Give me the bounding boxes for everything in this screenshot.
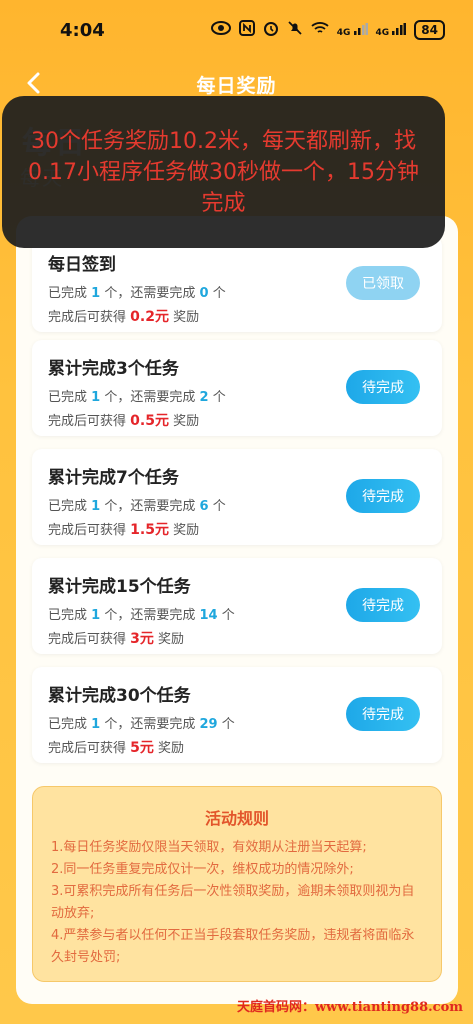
progress-mid: 个，还需要完成: [104, 499, 196, 514]
battery-indicator: 84: [414, 20, 445, 40]
reward-prefix: 完成后可获得: [48, 741, 127, 756]
remain-count: 29: [199, 717, 218, 732]
task-card-15-tasks: 累计完成15个任务 已完成 1 个，还需要完成 14 个 完成后可获得 3元 奖…: [32, 558, 442, 654]
task-title: 累计完成15个任务: [48, 577, 191, 597]
watermark: 天庭首码网：www.tianting88.com: [236, 1000, 463, 1015]
reward-prefix: 完成后可获得: [48, 632, 127, 647]
pending-button[interactable]: 待完成: [346, 479, 420, 513]
progress-prefix: 已完成: [48, 717, 88, 732]
reward-prefix: 完成后可获得: [48, 414, 127, 429]
task-reward: 完成后可获得 3元 奖励: [48, 628, 184, 648]
progress-unit: 个: [221, 608, 235, 623]
task-card-30-tasks: 累计完成30个任务 已完成 1 个，还需要完成 29 个 完成后可获得 5元 奖…: [32, 667, 442, 763]
caption-overlay: 30个任务奖励10.2米，每天都刷新，找0.17小程序任务做30秒做一个，15分…: [2, 96, 445, 248]
progress-prefix: 已完成: [48, 499, 88, 514]
task-reward: 完成后可获得 0.2元 奖励: [48, 306, 199, 326]
task-card-3-tasks: 累计完成3个任务 已完成 1 个，还需要完成 2 个 完成后可获得 0.5元 奖…: [32, 340, 442, 436]
progress-unit: 个: [212, 286, 226, 301]
pending-button[interactable]: 待完成: [346, 697, 420, 731]
reward-suffix: 奖励: [173, 523, 200, 538]
done-count: 1: [91, 390, 101, 405]
activity-rules: 活动规则 1.每日任务奖励仅限当天领取，有效期从注册当天起算; 2.同一任务重复…: [32, 786, 442, 982]
reward-amount: 3元: [130, 631, 154, 647]
eye-icon: [210, 21, 231, 39]
task-progress: 已完成 1 个，还需要完成 6 个: [48, 495, 226, 514]
mute-icon: [287, 20, 303, 40]
remain-count: 6: [199, 499, 209, 514]
remain-count: 0: [199, 286, 209, 301]
progress-prefix: 已完成: [48, 286, 88, 301]
signal-icon-2: 4G: [375, 22, 407, 38]
reward-amount: 0.2元: [130, 309, 169, 325]
progress-mid: 个，还需要完成: [104, 608, 196, 623]
nfc-icon: [238, 20, 255, 40]
network-type-2: 4G: [375, 27, 390, 38]
task-title: 累计完成7个任务: [48, 468, 179, 488]
remain-count: 2: [199, 390, 209, 405]
wifi-icon: [311, 21, 329, 39]
reward-suffix: 奖励: [158, 741, 185, 756]
task-progress: 已完成 1 个，还需要完成 2 个: [48, 386, 226, 405]
reward-suffix: 奖励: [158, 632, 185, 647]
progress-unit: 个: [221, 717, 235, 732]
progress-mid: 个，还需要完成: [104, 717, 196, 732]
progress-mid: 个，还需要完成: [104, 390, 196, 405]
done-count: 1: [91, 499, 101, 514]
progress-prefix: 已完成: [48, 608, 88, 623]
reward-suffix: 奖励: [173, 310, 200, 325]
pending-button[interactable]: 待完成: [346, 588, 420, 622]
reward-suffix: 奖励: [173, 414, 200, 429]
progress-prefix: 已完成: [48, 390, 88, 405]
task-title: 累计完成3个任务: [48, 359, 179, 379]
reward-amount: 0.5元: [130, 413, 169, 429]
task-progress: 已完成 1 个，还需要完成 0 个: [48, 282, 226, 301]
reward-amount: 5元: [130, 740, 154, 756]
reward-prefix: 完成后可获得: [48, 523, 127, 538]
rules-title: 活动规则: [204, 809, 269, 828]
rule-item: 4.严禁参与者以任何不正当手段套取任务奖励，违规者将面临永久封号处罚;: [51, 928, 415, 965]
task-card-7-tasks: 累计完成7个任务 已完成 1 个，还需要完成 6 个 完成后可获得 1.5元 奖…: [32, 449, 442, 545]
alarm-icon: [263, 20, 279, 40]
done-count: 1: [91, 608, 101, 623]
task-progress: 已完成 1 个，还需要完成 14 个: [48, 604, 235, 623]
progress-mid: 个，还需要完成: [104, 286, 196, 301]
network-type-1: 4G: [336, 27, 351, 38]
reward-prefix: 完成后可获得: [48, 310, 127, 325]
rule-item: 1.每日任务奖励仅限当天领取，有效期从注册当天起算;: [51, 840, 367, 855]
remain-count: 14: [199, 608, 218, 623]
rule-item: 2.同一任务重复完成仅计一次，维权成功的情况除外;: [51, 862, 354, 877]
status-time: 4:04: [60, 19, 105, 41]
rule-item: 3.可累积完成所有任务后一次性领取奖励，逾期未领取则视为自动放弃;: [51, 884, 415, 921]
done-count: 1: [91, 286, 101, 301]
task-reward: 完成后可获得 5元 奖励: [48, 737, 184, 757]
progress-unit: 个: [212, 390, 226, 405]
task-progress: 已完成 1 个，还需要完成 29 个: [48, 713, 235, 732]
pending-button[interactable]: 待完成: [346, 370, 420, 404]
claimed-button[interactable]: 已领取: [346, 266, 420, 300]
done-count: 1: [91, 717, 101, 732]
page-title: 每日奖励: [196, 74, 277, 97]
back-icon[interactable]: [20, 68, 50, 98]
task-reward: 完成后可获得 1.5元 奖励: [48, 519, 199, 539]
task-title: 累计完成30个任务: [48, 686, 191, 706]
task-panel: 每日签到 已完成 1 个，还需要完成 0 个 完成后可获得 0.2元 奖励 已领…: [16, 216, 458, 1004]
status-bar: 4:04 4G 4G 84: [0, 0, 473, 60]
caption-text: 30个任务奖励10.2米，每天都刷新，找0.17小程序任务做30秒做一个，15分…: [28, 128, 419, 216]
progress-unit: 个: [212, 499, 226, 514]
status-icons: 4G 4G 84: [210, 20, 445, 40]
signal-icon-1: 4G: [336, 22, 368, 38]
task-reward: 完成后可获得 0.5元 奖励: [48, 410, 199, 430]
task-title: 每日签到: [48, 255, 116, 275]
reward-amount: 1.5元: [130, 522, 169, 538]
task-card-daily-signin: 每日签到 已完成 1 个，还需要完成 0 个 完成后可获得 0.2元 奖励 已领…: [32, 236, 442, 332]
